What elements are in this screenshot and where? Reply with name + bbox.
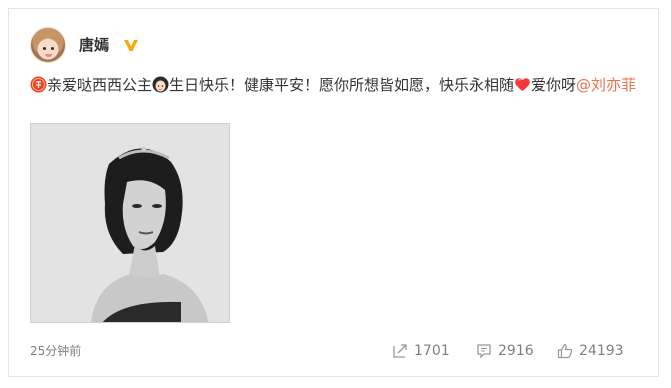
avatar-mouth [45,54,52,57]
red-heart-emoji-icon [515,78,530,91]
post-text-part3: 爱你呀 [531,76,577,94]
timestamp[interactable]: 25分钟前 [30,342,81,359]
verified-v-icon [124,40,138,51]
comment-button[interactable]: 2916 [476,340,534,362]
forward-icon [393,344,407,358]
post-text: 亲爱哒西西公主 生日快乐！健康平安！愿你所想皆如愿，快乐永相随 爱你呀@刘亦菲 [30,73,640,97]
comment-count: 2916 [498,343,534,359]
avatar-eye [43,47,46,50]
post-footer: 25分钟前 1701 2916 24193 [9,337,658,367]
post-photo[interactable] [30,123,230,323]
forward-count: 1701 [414,343,450,359]
post-text-part1: 亲爱哒西西公主 [47,76,153,94]
like-button[interactable]: 24193 [557,340,624,362]
celebrate-emoji-icon [30,76,47,93]
post-text-part2: 生日快乐！健康平安！愿你所想皆如愿，快乐永相随 [169,76,515,94]
author-name[interactable]: 唐嫣 [79,35,109,55]
avatar[interactable] [30,27,66,63]
comment-icon [477,344,491,359]
like-count: 24193 [579,343,624,359]
mention-link[interactable]: @刘亦菲 [576,76,636,94]
forward-button[interactable]: 1701 [392,340,450,362]
avatar-eye [51,47,54,50]
weibo-post-card: 唐嫣 亲爱哒西西公主 生日快乐！健康平安！愿你所想皆如愿，快乐永相随 爱你呀@刘… [8,8,659,377]
photo-illustration [31,124,229,322]
girl-face-emoji-icon [152,76,169,93]
thumbs-up-icon [557,343,573,359]
